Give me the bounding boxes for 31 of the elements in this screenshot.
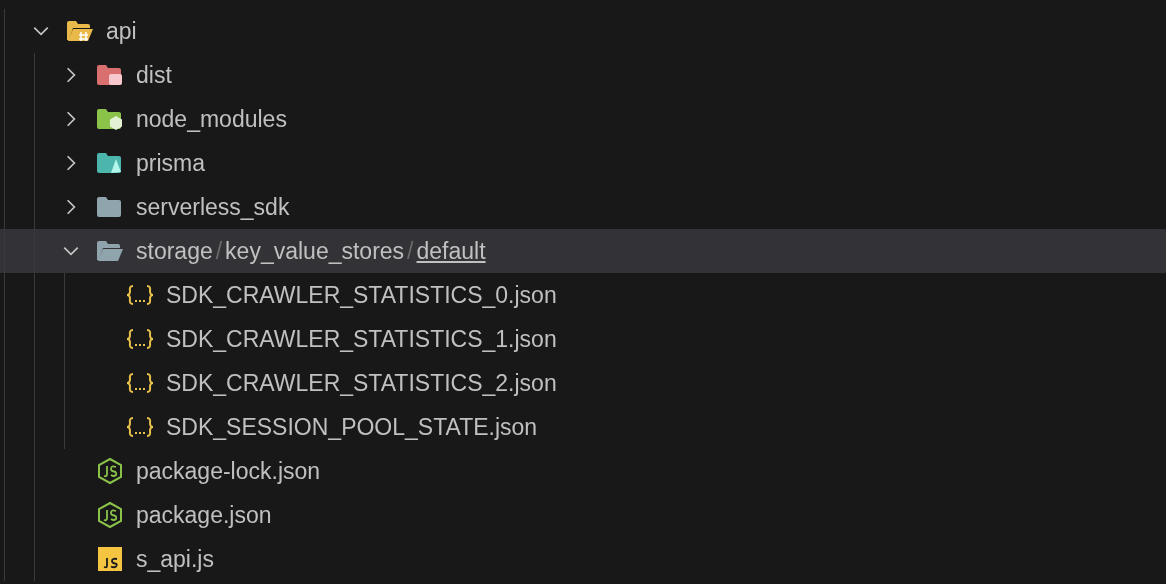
folder-icon	[96, 151, 124, 175]
selected-tree-row[interactable]: storage/key_value_stores/default	[0, 229, 1166, 273]
file-name: api	[106, 17, 137, 45]
hexagon-icon	[96, 457, 124, 485]
path-separator: /	[215, 237, 223, 264]
braces-icon	[126, 283, 154, 307]
braces-icon	[126, 415, 154, 439]
open-folder-icon	[66, 19, 94, 43]
js-file-icon	[96, 545, 124, 573]
folder-name: key_value_stores	[225, 237, 405, 264]
hexagon-icon	[96, 501, 124, 529]
folder-icon	[96, 107, 124, 131]
file-name: serverless_sdk	[136, 193, 290, 221]
file-name: dist	[136, 61, 172, 89]
file-name: SDK_CRAWLER_STATISTICS_0.json	[166, 281, 557, 309]
braces-icon	[126, 327, 154, 351]
file-name: SDK_CRAWLER_STATISTICS_1.json	[166, 325, 557, 353]
path-separator: /	[407, 237, 414, 264]
folder-icon	[96, 195, 124, 219]
braces-icon	[126, 371, 154, 395]
file-name: package.json	[136, 501, 272, 529]
file-name: SDK_SESSION_POOL_STATE.json	[166, 413, 538, 441]
folder-icon	[96, 63, 124, 87]
folder-name: storage	[136, 237, 213, 264]
folder-name: default	[416, 237, 486, 264]
file-name: package-lock.json	[136, 457, 321, 485]
file-name: node_modules	[136, 105, 287, 133]
open-folder-icon	[96, 239, 124, 263]
file-name: s_api.js	[136, 545, 214, 573]
file-name: prisma	[136, 149, 205, 177]
file-name: SDK_CRAWLER_STATISTICS_2.json	[166, 369, 557, 397]
